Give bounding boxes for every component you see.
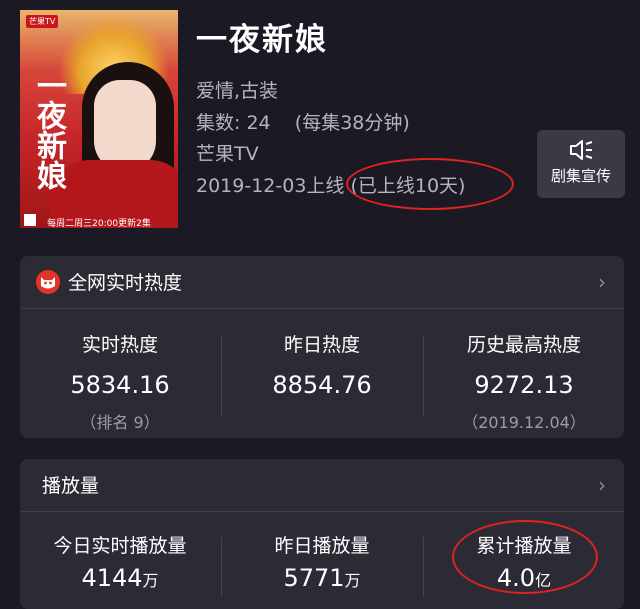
stat-label: 今日实时播放量 [53,535,187,557]
promo-button-label: 剧集宣传 [550,167,611,185]
stat-value: 4144万 [20,564,220,592]
stat-label: 实时热度 [81,334,158,356]
stat-peak-heat: 历史最高热度 9272.13 （2019.12.04） [424,330,624,433]
show-platform: 芒果TV [196,143,259,165]
stat-sub: （2019.12.04） [462,413,586,432]
show-genre: 爱情,古装 [196,80,279,102]
stat-label: 昨日热度 [283,334,360,356]
promo-button[interactable]: 剧集宣传 [537,130,625,198]
play-card-title: 播放量 [42,475,100,497]
stat-number: 5771 [283,564,345,592]
stat-value: 9272.13 [474,371,574,399]
stat-value: 5771万 [222,564,422,592]
stat-label: 昨日播放量 [274,535,370,557]
poster-image[interactable]: 芒果TV 一夜新娘 每周二周三20:00更新2集 [20,10,178,228]
stat-sub: （排名 9） [80,413,160,432]
annotation-circle-total-plays [452,520,598,594]
show-episodes: 集数: 24 (每集38分钟) [196,112,410,134]
poster-schedule: 每周二周三20:00更新2集 [47,219,151,228]
heat-card: 全网实时热度 › 实时热度 5834.16 （排名 9） 昨日热度 8854.7… [20,256,624,438]
stat-label: 历史最高热度 [466,334,581,356]
stat-number: 4144 [81,564,143,592]
stat-value: 5834.16 [70,371,170,399]
stat-unit: 万 [344,571,361,590]
annotation-circle-release [346,158,514,210]
play-card-header[interactable]: 播放量 › [20,459,624,512]
speaker-icon [570,140,593,160]
stat-today-plays: 今日实时播放量 4144万 [20,531,220,592]
cat-logo-icon [36,270,60,294]
heat-card-title: 全网实时热度 [68,272,183,294]
stat-value: 8854.76 [272,371,372,399]
stat-realtime-heat: 实时热度 5834.16 （排名 9） [20,330,220,433]
heat-card-header[interactable]: 全网实时热度 › [20,256,624,309]
chevron-right-icon[interactable]: › [598,473,606,497]
poster-brand-logo: 芒果TV [26,15,59,28]
poster-title: 一夜新娘 [31,70,66,190]
stat-yesterday-heat: 昨日热度 8854.76 [222,330,422,409]
show-title: 一夜新娘 [196,22,328,58]
poster-face [94,80,156,172]
stat-unit: 万 [142,571,159,590]
chevron-right-icon[interactable]: › [598,270,606,294]
stat-yesterday-plays: 昨日播放量 5771万 [222,531,422,592]
